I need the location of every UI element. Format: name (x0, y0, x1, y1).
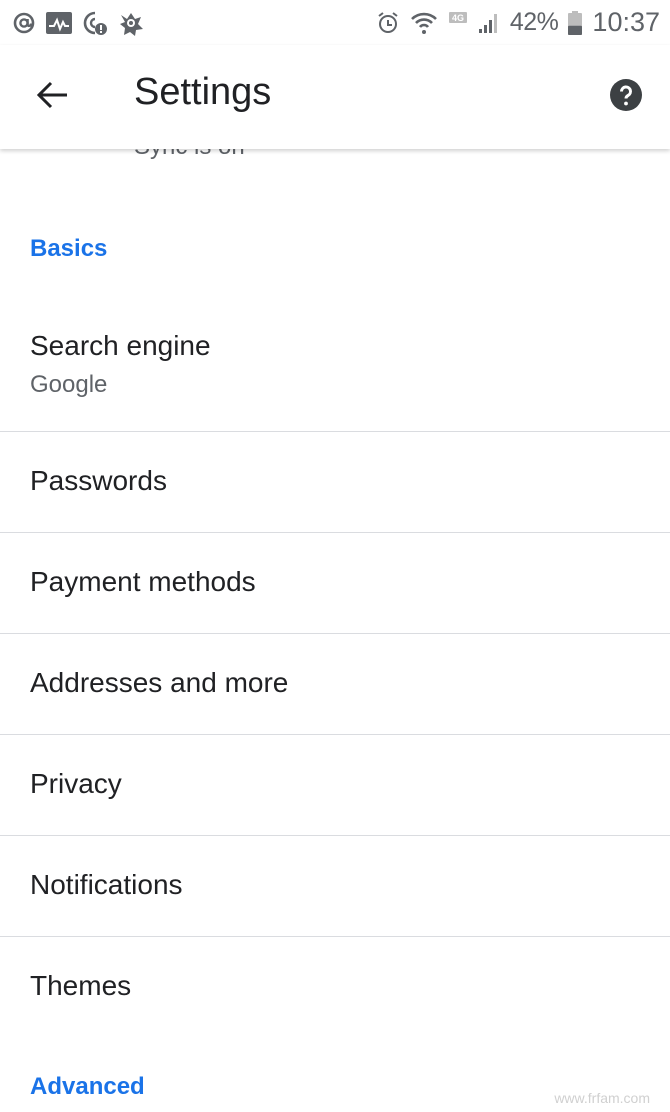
item-title: Payment methods (30, 566, 256, 597)
settings-item-privacy[interactable]: Privacy (0, 735, 670, 836)
signal-icon (478, 10, 500, 36)
settings-content[interactable]: Sync is on Basics Search engine Google P… (0, 149, 670, 1112)
4g-label: 4G (452, 13, 464, 23)
4g-icon: 4G (448, 10, 468, 36)
back-button[interactable] (28, 75, 76, 119)
arrow-back-icon (35, 80, 69, 115)
item-title: Privacy (30, 768, 122, 799)
data-alert-icon (82, 10, 108, 36)
status-bar: 4G 42% 10:37 (0, 0, 670, 45)
settings-item-notifications[interactable]: Notifications (0, 836, 670, 937)
item-subtitle: Google (30, 371, 108, 398)
alarm-icon (376, 10, 400, 36)
settings-item-passwords[interactable]: Passwords (0, 432, 670, 533)
item-title: Notifications (30, 869, 183, 900)
help-button[interactable] (608, 78, 644, 116)
section-header-basics: Basics (30, 235, 108, 262)
item-title: Themes (30, 970, 132, 1001)
battery-percent: 42% (509, 8, 559, 36)
avast-icon (118, 10, 144, 36)
battery-icon (568, 10, 583, 36)
section-header-advanced: Advanced (30, 1073, 145, 1100)
watermark: www.frfam.com (554, 1090, 650, 1106)
activity-monitor-icon (46, 10, 72, 36)
settings-item-themes[interactable]: Themes (0, 937, 670, 1038)
clock: 10:37 (592, 7, 660, 37)
app-bar: Settings (0, 45, 670, 149)
item-title: Addresses and more (30, 667, 289, 698)
at-sign-icon (12, 10, 36, 36)
help-circle-icon (610, 78, 642, 116)
page-title: Settings (134, 71, 272, 113)
item-title: Passwords (30, 465, 167, 496)
item-title: Search engine (30, 330, 211, 361)
settings-list: Search engine Google Passwords Payment m… (0, 297, 670, 1038)
settings-item-addresses[interactable]: Addresses and more (0, 634, 670, 735)
settings-item-payment-methods[interactable]: Payment methods (0, 533, 670, 634)
settings-item-search-engine[interactable]: Search engine Google (0, 297, 670, 432)
status-left-icons (12, 10, 144, 36)
wifi-icon (410, 10, 438, 36)
status-right-icons: 4G 42% 10:37 (376, 7, 660, 38)
sync-status[interactable]: Sync is on (134, 149, 245, 161)
